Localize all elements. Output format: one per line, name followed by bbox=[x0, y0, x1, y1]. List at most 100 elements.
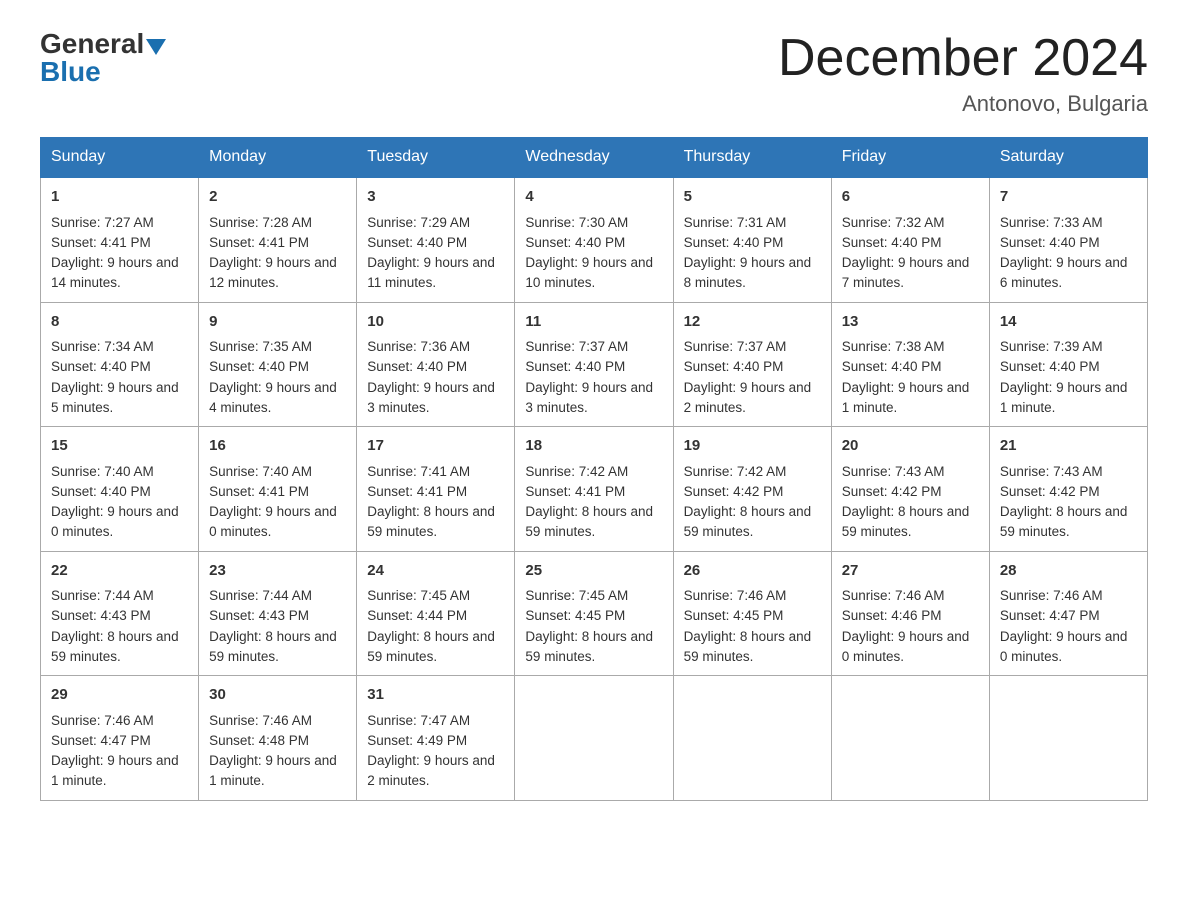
calendar-cell: 14Sunrise: 7:39 AMSunset: 4:40 PMDayligh… bbox=[989, 302, 1147, 427]
daylight-text: Daylight: 9 hours and 11 minutes. bbox=[367, 253, 504, 294]
calendar-cell: 8Sunrise: 7:34 AMSunset: 4:40 PMDaylight… bbox=[41, 302, 199, 427]
day-number: 9 bbox=[209, 311, 346, 334]
daylight-text: Daylight: 9 hours and 6 minutes. bbox=[1000, 253, 1137, 294]
sunrise-text: Sunrise: 7:47 AM bbox=[367, 711, 504, 731]
calendar-cell bbox=[673, 676, 831, 801]
sunset-text: Sunset: 4:42 PM bbox=[684, 482, 821, 502]
calendar-cell: 22Sunrise: 7:44 AMSunset: 4:43 PMDayligh… bbox=[41, 551, 199, 676]
day-number: 16 bbox=[209, 435, 346, 458]
logo-general-text: General bbox=[40, 28, 144, 59]
sunset-text: Sunset: 4:40 PM bbox=[1000, 233, 1137, 253]
sunset-text: Sunset: 4:40 PM bbox=[842, 233, 979, 253]
sunrise-text: Sunrise: 7:39 AM bbox=[1000, 337, 1137, 357]
calendar-week-3: 15Sunrise: 7:40 AMSunset: 4:40 PMDayligh… bbox=[41, 427, 1148, 552]
day-number: 17 bbox=[367, 435, 504, 458]
day-number: 24 bbox=[367, 560, 504, 583]
sunset-text: Sunset: 4:42 PM bbox=[1000, 482, 1137, 502]
daylight-text: Daylight: 9 hours and 12 minutes. bbox=[209, 253, 346, 294]
day-number: 19 bbox=[684, 435, 821, 458]
sunset-text: Sunset: 4:40 PM bbox=[367, 233, 504, 253]
daylight-text: Daylight: 9 hours and 10 minutes. bbox=[525, 253, 662, 294]
calendar-cell: 13Sunrise: 7:38 AMSunset: 4:40 PMDayligh… bbox=[831, 302, 989, 427]
sunset-text: Sunset: 4:45 PM bbox=[525, 606, 662, 626]
sunrise-text: Sunrise: 7:46 AM bbox=[684, 586, 821, 606]
sunset-text: Sunset: 4:40 PM bbox=[1000, 357, 1137, 377]
sunrise-text: Sunrise: 7:44 AM bbox=[209, 586, 346, 606]
calendar-cell: 11Sunrise: 7:37 AMSunset: 4:40 PMDayligh… bbox=[515, 302, 673, 427]
daylight-text: Daylight: 9 hours and 1 minute. bbox=[842, 378, 979, 419]
daylight-text: Daylight: 9 hours and 3 minutes. bbox=[367, 378, 504, 419]
logo: General Blue bbox=[40, 30, 166, 86]
header-tuesday: Tuesday bbox=[357, 138, 515, 178]
calendar-cell: 21Sunrise: 7:43 AMSunset: 4:42 PMDayligh… bbox=[989, 427, 1147, 552]
sunset-text: Sunset: 4:43 PM bbox=[209, 606, 346, 626]
calendar-cell: 29Sunrise: 7:46 AMSunset: 4:47 PMDayligh… bbox=[41, 676, 199, 801]
calendar-body: 1Sunrise: 7:27 AMSunset: 4:41 PMDaylight… bbox=[41, 177, 1148, 800]
sunrise-text: Sunrise: 7:46 AM bbox=[842, 586, 979, 606]
daylight-text: Daylight: 8 hours and 59 minutes. bbox=[684, 502, 821, 543]
calendar-cell: 4Sunrise: 7:30 AMSunset: 4:40 PMDaylight… bbox=[515, 177, 673, 302]
sunrise-text: Sunrise: 7:28 AM bbox=[209, 213, 346, 233]
daylight-text: Daylight: 9 hours and 7 minutes. bbox=[842, 253, 979, 294]
sunset-text: Sunset: 4:40 PM bbox=[684, 233, 821, 253]
day-number: 1 bbox=[51, 186, 188, 209]
day-number: 18 bbox=[525, 435, 662, 458]
calendar-cell: 1Sunrise: 7:27 AMSunset: 4:41 PMDaylight… bbox=[41, 177, 199, 302]
sunrise-text: Sunrise: 7:31 AM bbox=[684, 213, 821, 233]
daylight-text: Daylight: 8 hours and 59 minutes. bbox=[525, 627, 662, 668]
calendar-cell bbox=[515, 676, 673, 801]
header-saturday: Saturday bbox=[989, 138, 1147, 178]
day-number: 30 bbox=[209, 684, 346, 707]
calendar-week-5: 29Sunrise: 7:46 AMSunset: 4:47 PMDayligh… bbox=[41, 676, 1148, 801]
logo-general-line: General bbox=[40, 30, 166, 58]
month-title: December 2024 bbox=[778, 30, 1148, 87]
daylight-text: Daylight: 9 hours and 0 minutes. bbox=[51, 502, 188, 543]
daylight-text: Daylight: 9 hours and 4 minutes. bbox=[209, 378, 346, 419]
weekday-header-row: Sunday Monday Tuesday Wednesday Thursday… bbox=[41, 138, 1148, 178]
day-number: 4 bbox=[525, 186, 662, 209]
calendar-cell: 18Sunrise: 7:42 AMSunset: 4:41 PMDayligh… bbox=[515, 427, 673, 552]
location: Antonovo, Bulgaria bbox=[778, 91, 1148, 117]
calendar-cell: 12Sunrise: 7:37 AMSunset: 4:40 PMDayligh… bbox=[673, 302, 831, 427]
daylight-text: Daylight: 8 hours and 59 minutes. bbox=[842, 502, 979, 543]
day-number: 10 bbox=[367, 311, 504, 334]
calendar-cell: 3 Sunrise: 7:29 AMSunset: 4:40 PMDaylight… bbox=[357, 177, 515, 302]
sunset-text: Sunset: 4:41 PM bbox=[209, 482, 346, 502]
day-number: 3 bbox=[367, 186, 504, 209]
calendar-header: Sunday Monday Tuesday Wednesday Thursday… bbox=[41, 138, 1148, 178]
calendar-week-4: 22 Sunrise: 7:44 AMSunset: 4:43 PM Dayligh… bbox=[41, 551, 1148, 676]
sunset-text: Sunset: 4:40 PM bbox=[209, 357, 346, 377]
sunset-text: Sunset: 4:40 PM bbox=[525, 233, 662, 253]
day-number: 2 bbox=[209, 186, 346, 209]
header-monday: Monday bbox=[199, 138, 357, 178]
day-number: 11 bbox=[525, 311, 662, 334]
sunset-text: Sunset: 4:41 PM bbox=[51, 233, 188, 253]
daylight-text: Daylight: 9 hours and 0 minutes. bbox=[842, 627, 979, 668]
daylight-text: Daylight: 8 hours and 59 minutes. bbox=[1000, 502, 1137, 543]
calendar: Sunday Monday Tuesday Wednesday Thursday… bbox=[40, 137, 1148, 801]
daylight-text: Daylight: 8 hours and 59 minutes. bbox=[525, 502, 662, 543]
sunrise-text: Sunrise: 7:45 AM bbox=[525, 586, 662, 606]
day-number: 28 bbox=[1000, 560, 1137, 583]
day-number: 12 bbox=[684, 311, 821, 334]
calendar-week-2: 8Sunrise: 7:34 AMSunset: 4:40 PMDaylight… bbox=[41, 302, 1148, 427]
calendar-cell: 31Sunrise: 7:47 AMSunset: 4:49 PMDayligh… bbox=[357, 676, 515, 801]
day-number: 22 bbox=[51, 560, 188, 583]
sunset-text: Sunset: 4:40 PM bbox=[684, 357, 821, 377]
day-number: 21 bbox=[1000, 435, 1137, 458]
header-wednesday: Wednesday bbox=[515, 138, 673, 178]
sunrise-text: Sunrise: 7:29 AM bbox=[367, 213, 504, 233]
calendar-cell: 20Sunrise: 7:43 AMSunset: 4:42 PMDayligh… bbox=[831, 427, 989, 552]
daylight-text: Daylight: 9 hours and 0 minutes. bbox=[209, 502, 346, 543]
header-thursday: Thursday bbox=[673, 138, 831, 178]
sunset-text: Sunset: 4:40 PM bbox=[51, 482, 188, 502]
daylight-text: Daylight: 8 hours and 59 minutes. bbox=[367, 627, 504, 668]
calendar-cell: 30Sunrise: 7:46 AMSunset: 4:48 PMDayligh… bbox=[199, 676, 357, 801]
daylight-text: Daylight: 9 hours and 2 minutes. bbox=[367, 751, 504, 792]
daylight-text: Daylight: 9 hours and 1 minute. bbox=[209, 751, 346, 792]
header-sunday: Sunday bbox=[41, 138, 199, 178]
sunrise-text: Sunrise: 7:46 AM bbox=[51, 711, 188, 731]
daylight-text: Daylight: 8 hours and 59 minutes. bbox=[367, 502, 504, 543]
sunrise-text: Sunrise: 7:45 AM bbox=[367, 586, 504, 606]
day-number: 25 bbox=[525, 560, 662, 583]
